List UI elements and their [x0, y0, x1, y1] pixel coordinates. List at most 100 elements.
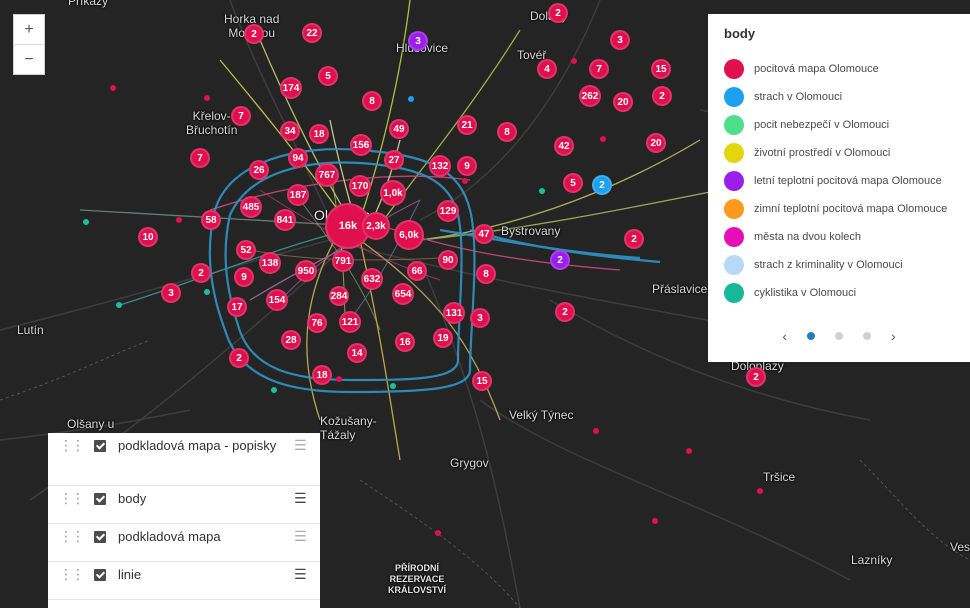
cluster-marker[interactable]: 129 [437, 200, 459, 222]
cluster-marker[interactable]: 66 [407, 261, 427, 281]
cluster-marker[interactable]: 8 [476, 264, 496, 284]
cluster-marker[interactable]: 3 [610, 30, 630, 50]
cluster-marker[interactable]: 58 [201, 210, 221, 230]
cluster-marker[interactable]: 2 [624, 229, 644, 249]
cluster-marker[interactable]: 5 [563, 173, 583, 193]
legend-list-icon[interactable]: ☰ [294, 486, 320, 507]
zoom-out-button[interactable]: − [14, 44, 44, 74]
cluster-marker[interactable]: 121 [339, 311, 361, 333]
cluster-marker[interactable]: 18 [312, 365, 332, 385]
map-point[interactable] [462, 178, 468, 184]
cluster-marker[interactable]: 20 [613, 92, 633, 112]
layer-row[interactable]: ⋮⋮ body ☰ [48, 486, 320, 524]
layer-row[interactable]: ⋮⋮ podkladová mapa ☰ [48, 524, 320, 562]
drag-handle-icon[interactable]: ⋮⋮ [48, 524, 94, 545]
map-point[interactable] [652, 518, 658, 524]
cluster-marker-purple[interactable]: 3 [408, 31, 428, 51]
legend-list-icon[interactable]: ☰ [294, 433, 320, 454]
map-point[interactable] [539, 188, 545, 194]
layer-checkbox[interactable] [94, 569, 106, 581]
map-point[interactable] [435, 530, 441, 536]
pager-dot[interactable] [807, 332, 815, 340]
map-point[interactable] [271, 387, 277, 393]
cluster-marker[interactable]: 18 [309, 124, 329, 144]
cluster-marker[interactable]: 76 [307, 313, 327, 333]
map-point[interactable] [83, 219, 89, 225]
map-point[interactable] [176, 217, 182, 223]
cluster-marker[interactable]: 2 [652, 86, 672, 106]
cluster-marker[interactable]: 791 [332, 250, 354, 272]
cluster-marker[interactable]: 2,3k [362, 212, 390, 240]
cluster-marker[interactable]: 654 [392, 283, 414, 305]
cluster-marker[interactable]: 262 [579, 85, 601, 107]
cluster-marker[interactable]: 6,0k [394, 220, 424, 250]
map-point[interactable] [116, 302, 122, 308]
pager-dot[interactable] [835, 332, 843, 340]
layer-row[interactable]: ⋮⋮ linie ☰ [48, 562, 320, 600]
zoom-in-button[interactable]: + [14, 15, 44, 44]
cluster-marker[interactable]: 154 [266, 289, 288, 311]
layer-checkbox[interactable] [94, 531, 106, 543]
cluster-marker[interactable]: 26 [249, 160, 269, 180]
cluster-marker[interactable]: 170 [349, 175, 371, 197]
cluster-marker[interactable]: 2 [244, 24, 264, 44]
cluster-marker[interactable]: 16 [395, 332, 415, 352]
cluster-marker[interactable]: 2 [229, 348, 249, 368]
cluster-marker[interactable]: 42 [554, 136, 574, 156]
cluster-marker[interactable]: 284 [329, 286, 349, 306]
cluster-marker[interactable]: 632 [361, 268, 383, 290]
cluster-marker[interactable]: 2 [191, 263, 211, 283]
cluster-marker[interactable]: 485 [240, 196, 262, 218]
cluster-marker[interactable]: 22 [302, 23, 322, 43]
cluster-marker[interactable]: 94 [288, 148, 308, 168]
cluster-marker[interactable]: 34 [280, 121, 300, 141]
map-point[interactable] [408, 96, 414, 102]
cluster-marker[interactable]: 28 [281, 330, 301, 350]
cluster-marker[interactable]: 14 [347, 343, 367, 363]
cluster-marker[interactable]: 5 [318, 66, 338, 86]
cluster-marker[interactable]: 3 [470, 308, 490, 328]
map-point[interactable] [336, 376, 342, 382]
cluster-marker[interactable]: 7 [190, 148, 210, 168]
cluster-marker[interactable]: 19 [433, 328, 453, 348]
drag-handle-icon[interactable]: ⋮⋮ [48, 433, 94, 454]
cluster-marker[interactable]: 15 [651, 59, 671, 79]
map-point[interactable] [686, 448, 692, 454]
cluster-marker-blue[interactable]: 2 [592, 175, 612, 195]
cluster-marker[interactable]: 132 [429, 155, 451, 177]
cluster-marker[interactable]: 10 [138, 227, 158, 247]
chevron-right-icon[interactable]: › [891, 328, 896, 344]
cluster-marker[interactable]: 15 [472, 371, 492, 391]
pager-dot[interactable] [863, 332, 871, 340]
drag-handle-icon[interactable]: ⋮⋮ [48, 562, 94, 583]
legend-list-icon[interactable]: ☰ [294, 524, 320, 545]
drag-handle-icon[interactable]: ⋮⋮ [48, 486, 94, 507]
cluster-marker[interactable]: 90 [438, 250, 458, 270]
layer-checkbox[interactable] [94, 440, 106, 452]
cluster-marker[interactable]: 21 [457, 115, 477, 135]
chevron-left-icon[interactable]: ‹ [782, 328, 787, 344]
cluster-marker[interactable]: 1,0k [380, 180, 406, 206]
cluster-marker[interactable]: 4 [537, 59, 557, 79]
cluster-marker[interactable]: 841 [274, 209, 296, 231]
cluster-marker[interactable]: 49 [389, 119, 409, 139]
cluster-marker[interactable]: 47 [474, 224, 494, 244]
map-point[interactable] [593, 428, 599, 434]
cluster-marker[interactable]: 9 [457, 156, 477, 176]
cluster-marker[interactable]: 767 [315, 163, 339, 187]
cluster-marker[interactable]: 174 [280, 77, 302, 99]
cluster-marker[interactable]: 17 [227, 297, 247, 317]
map-point[interactable] [571, 58, 577, 64]
cluster-marker[interactable]: 950 [295, 260, 317, 282]
cluster-marker[interactable]: 187 [287, 184, 309, 206]
layer-row[interactable]: ⋮⋮ podkladová mapa - popisky ☰ [48, 433, 320, 486]
cluster-marker[interactable]: 3 [161, 283, 181, 303]
cluster-marker[interactable]: 156 [350, 134, 372, 156]
cluster-marker[interactable]: 7 [589, 59, 609, 79]
cluster-marker-purple[interactable]: 2 [550, 250, 570, 270]
cluster-marker[interactable]: 138 [259, 252, 281, 274]
map-point[interactable] [204, 289, 210, 295]
legend-list-icon[interactable]: ☰ [294, 562, 320, 583]
cluster-marker[interactable]: 2 [555, 302, 575, 322]
map-point[interactable] [110, 85, 116, 91]
